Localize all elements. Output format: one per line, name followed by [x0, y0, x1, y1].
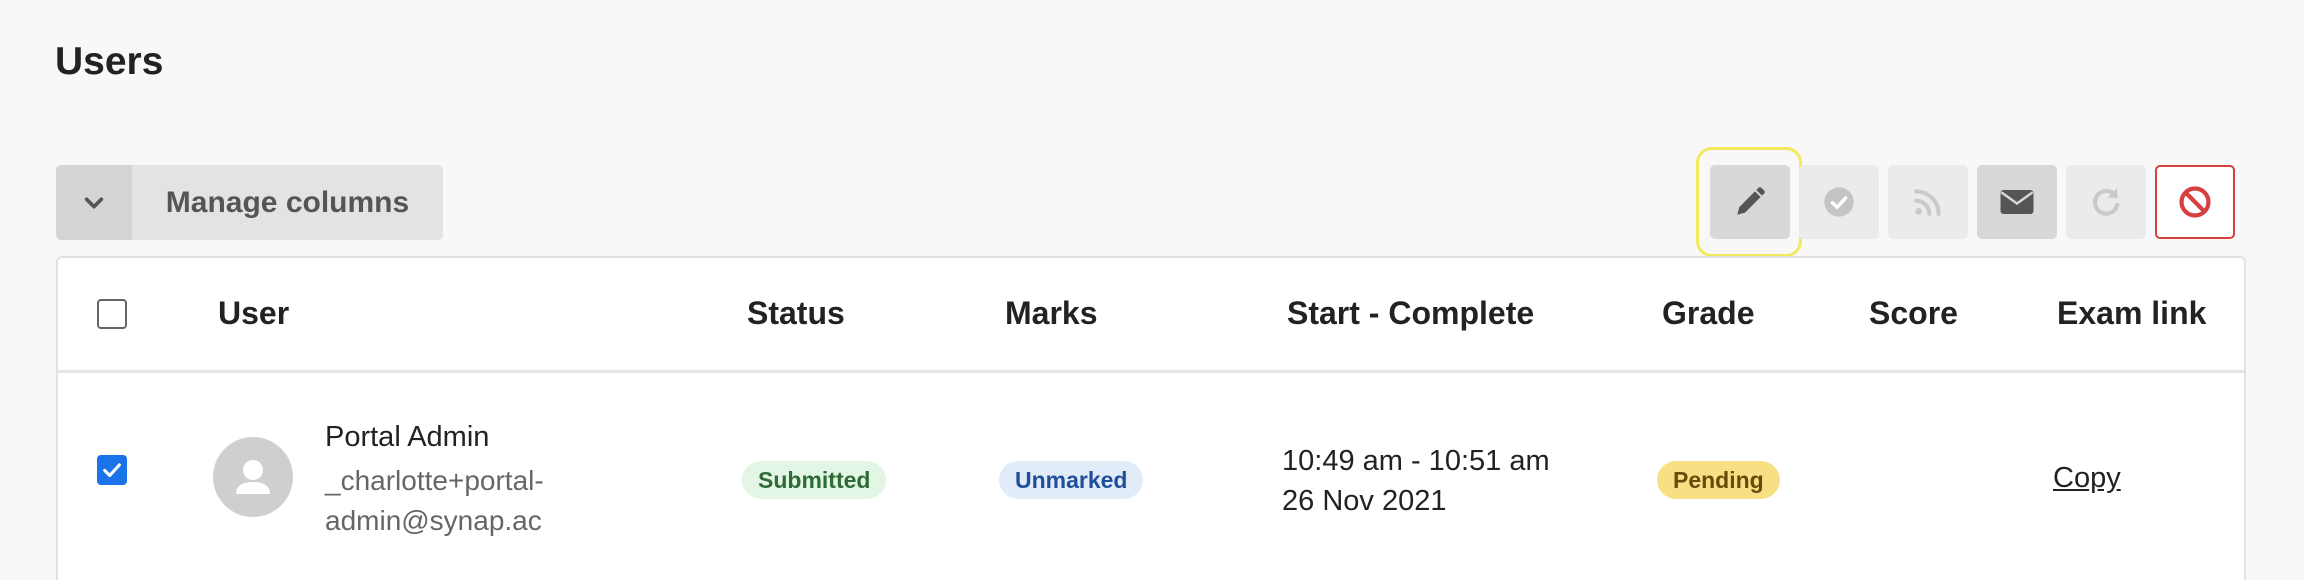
rss-icon	[1914, 189, 1941, 216]
select-all-checkbox[interactable]	[97, 299, 127, 329]
start-complete-cell: 10:49 am - 10:51 am 26 Nov 2021	[1282, 441, 1550, 521]
manage-columns-toggle[interactable]	[56, 165, 132, 240]
column-header-start-complete[interactable]: Start - Complete	[1287, 295, 1534, 332]
chevron-down-icon	[84, 197, 104, 208]
time-range: 10:49 am - 10:51 am	[1282, 445, 1550, 477]
user-name: Portal Admin	[325, 421, 490, 453]
table-header: User Status Marks Start - Complete Grade…	[58, 258, 2244, 373]
users-table: User Status Marks Start - Complete Grade…	[56, 256, 2246, 580]
table-row[interactable]: Portal Admin _charlotte+portal-admin@syn…	[58, 373, 2244, 578]
column-header-score[interactable]: Score	[1869, 295, 1958, 332]
column-header-grade[interactable]: Grade	[1662, 295, 1754, 332]
feed-button[interactable]	[1888, 165, 1968, 239]
date: 26 Nov 2021	[1282, 485, 1447, 517]
pencil-icon	[1737, 187, 1765, 215]
reset-button[interactable]	[2066, 165, 2146, 239]
marks-badge: Unmarked	[999, 461, 1144, 499]
block-button[interactable]	[2155, 165, 2235, 239]
checkmark-icon	[103, 463, 121, 478]
manage-columns-button[interactable]: Manage columns	[132, 165, 443, 240]
user-icon	[236, 460, 270, 494]
action-toolbar	[1710, 165, 2235, 239]
user-email: _charlotte+portal-admin@synap.ac	[325, 465, 544, 536]
manage-columns-group: Manage columns	[56, 165, 443, 240]
ban-icon	[2179, 186, 2211, 218]
row-checkbox[interactable]	[97, 455, 127, 485]
status-badge: Submitted	[742, 461, 887, 499]
column-header-marks[interactable]: Marks	[1005, 295, 1098, 332]
users-page: Users Manage columns User Status Marks S…	[0, 0, 2304, 580]
redo-icon	[2092, 187, 2120, 216]
edit-button[interactable]	[1710, 165, 1790, 239]
page-title: Users	[55, 40, 164, 83]
check-circle-icon	[1824, 187, 1854, 217]
column-header-status[interactable]: Status	[747, 295, 845, 332]
column-header-exam-link[interactable]: Exam link	[2057, 295, 2206, 332]
email-button[interactable]	[1977, 165, 2057, 239]
envelope-icon	[2000, 190, 2034, 214]
avatar	[213, 437, 293, 517]
mark-button[interactable]	[1799, 165, 1879, 239]
column-header-user[interactable]: User	[218, 295, 289, 332]
grade-badge: Pending	[1657, 461, 1780, 499]
copy-exam-link[interactable]: Copy	[2053, 462, 2121, 495]
